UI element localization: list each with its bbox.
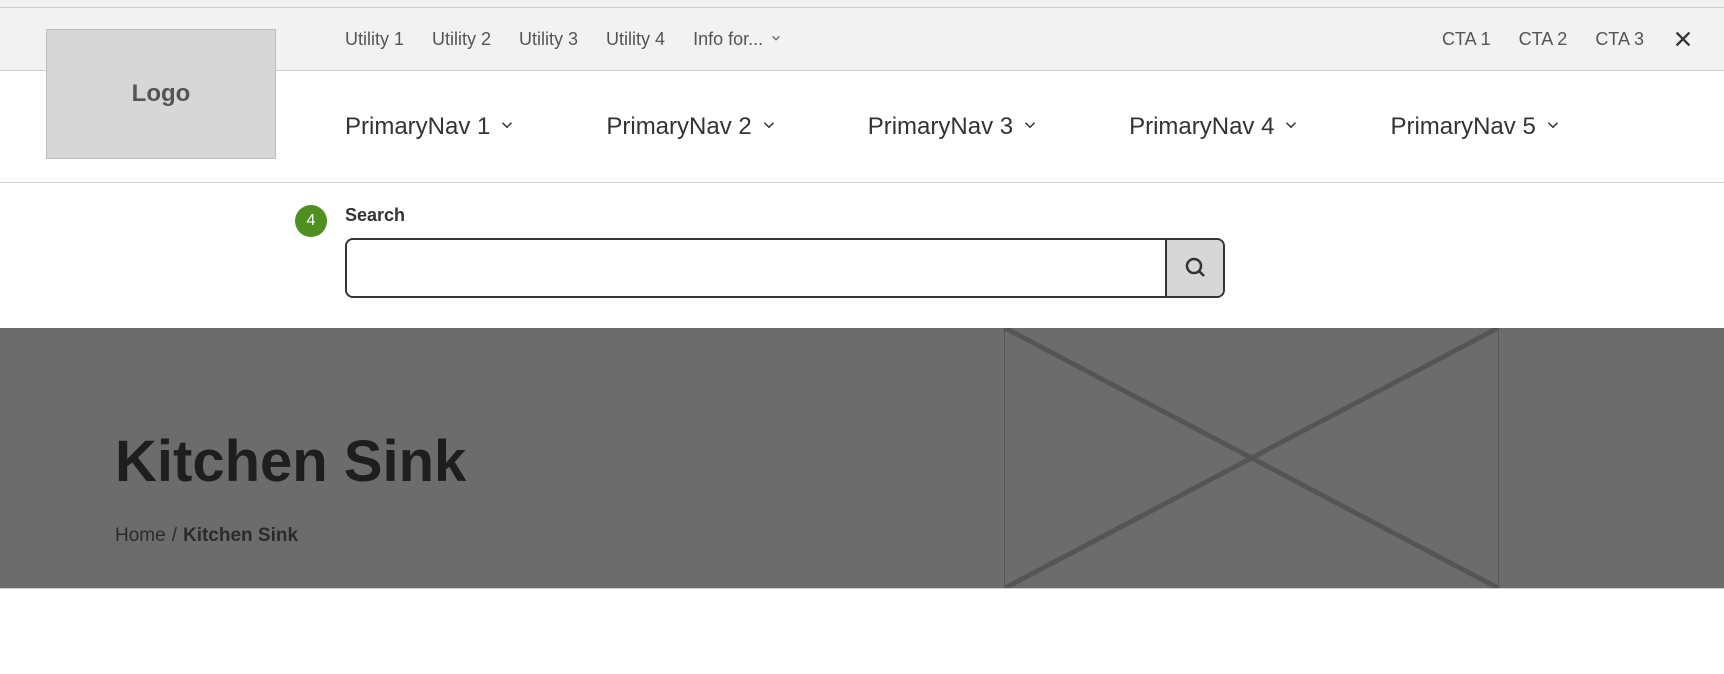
breadcrumb: Home / Kitchen Sink	[115, 525, 466, 547]
breadcrumb-separator: /	[172, 525, 177, 547]
utility-link-4[interactable]: Utility 4	[606, 29, 665, 50]
chevron-down-icon	[769, 29, 783, 50]
primary-nav-4[interactable]: PrimaryNav 4	[1129, 113, 1300, 141]
info-for-label: Info for...	[693, 29, 763, 50]
search-form	[345, 238, 1225, 298]
chevron-down-icon	[1544, 113, 1562, 141]
search-input[interactable]	[347, 240, 1165, 296]
info-for-dropdown[interactable]: Info for...	[693, 29, 783, 50]
chevron-down-icon	[1021, 113, 1039, 141]
cta-link-1[interactable]: CTA 1	[1442, 29, 1491, 50]
breadcrumb-home[interactable]: Home	[115, 525, 166, 547]
logo-label: Logo	[132, 80, 191, 108]
primary-nav-bar: Logo PrimaryNav 1 PrimaryNav 2 PrimaryNa…	[0, 71, 1724, 183]
primary-nav-label: PrimaryNav 3	[868, 113, 1013, 141]
primary-nav-1[interactable]: PrimaryNav 1	[345, 113, 516, 141]
chevron-down-icon	[1282, 113, 1300, 141]
annotation-badge: 4	[295, 205, 327, 237]
search-icon	[1183, 255, 1207, 282]
primary-nav-label: PrimaryNav 1	[345, 113, 490, 141]
chevron-down-icon	[498, 113, 516, 141]
utility-link-1[interactable]: Utility 1	[345, 29, 404, 50]
close-icon[interactable]	[1672, 28, 1694, 50]
hero-image-placeholder	[1004, 328, 1499, 588]
cta-link-2[interactable]: CTA 2	[1519, 29, 1568, 50]
hero: Kitchen Sink Home / Kitchen Sink	[0, 328, 1724, 588]
breadcrumb-current: Kitchen Sink	[183, 525, 298, 547]
primary-nav-label: PrimaryNav 4	[1129, 113, 1274, 141]
primary-nav-5[interactable]: PrimaryNav 5	[1390, 113, 1561, 141]
cta-link-3[interactable]: CTA 3	[1595, 29, 1644, 50]
primary-nav-3[interactable]: PrimaryNav 3	[868, 113, 1039, 141]
chevron-down-icon	[760, 113, 778, 141]
search-label: Search	[345, 205, 1724, 226]
primary-nav-label: PrimaryNav 5	[1390, 113, 1535, 141]
primary-nav-2[interactable]: PrimaryNav 2	[606, 113, 777, 141]
logo[interactable]: Logo	[46, 29, 276, 159]
search-region: 4 Search	[0, 183, 1724, 328]
utility-link-3[interactable]: Utility 3	[519, 29, 578, 50]
search-button[interactable]	[1165, 240, 1223, 296]
utility-link-2[interactable]: Utility 2	[432, 29, 491, 50]
page-title: Kitchen Sink	[115, 428, 466, 495]
primary-nav-label: PrimaryNav 2	[606, 113, 751, 141]
